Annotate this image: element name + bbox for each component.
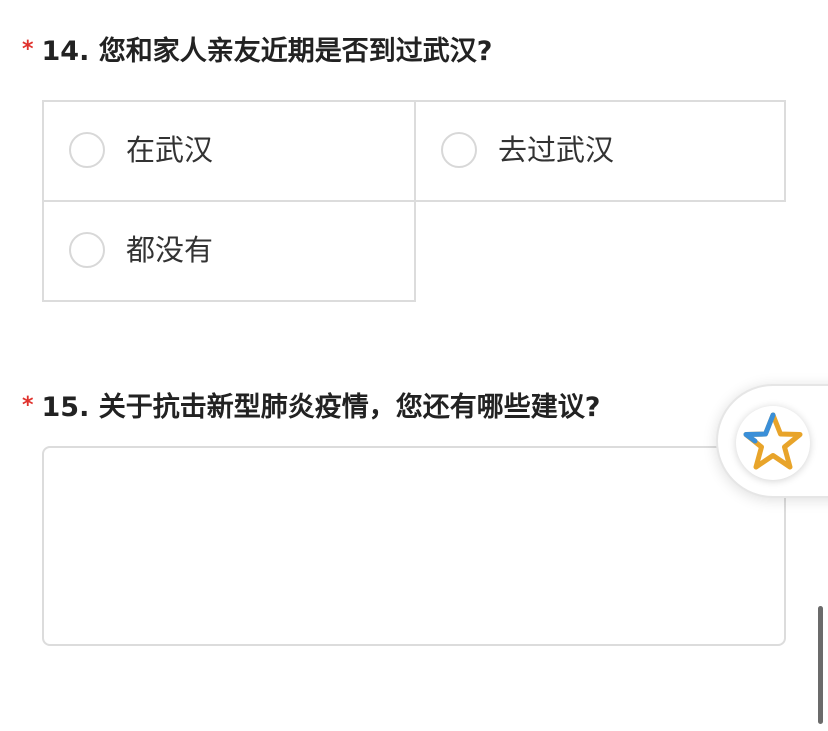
option-label: 都没有 <box>126 233 214 267</box>
question-14-title: * 14. 您和家人亲友近期是否到过武汉? <box>22 34 492 72</box>
option-in-wuhan[interactable]: 在武汉 <box>42 100 416 202</box>
star-badge[interactable] <box>736 406 810 480</box>
question-15-text: 15. 关于抗击新型肺炎疫情，您还有哪些建议? <box>41 392 601 423</box>
option-been-to-wuhan[interactable]: 去过武汉 <box>414 100 786 202</box>
scrollbar-thumb[interactable] <box>818 606 823 724</box>
option-label: 在武汉 <box>126 133 214 167</box>
survey-page: * 14. 您和家人亲友近期是否到过武汉? 在武汉 去过武汉 都没有 * 15. 关… <box>0 0 828 731</box>
radio-button[interactable] <box>441 132 477 168</box>
option-neither[interactable]: 都没有 <box>42 200 416 302</box>
required-asterisk: * <box>22 393 34 418</box>
floating-favorite-widget[interactable] <box>716 384 828 498</box>
suggestion-textarea[interactable] <box>42 446 786 646</box>
radio-button[interactable] <box>69 132 105 168</box>
question-14-text: 14. 您和家人亲友近期是否到过武汉? <box>41 36 493 67</box>
option-label: 去过武汉 <box>498 133 615 167</box>
radio-button[interactable] <box>69 232 105 268</box>
required-asterisk: * <box>22 37 34 62</box>
star-icon <box>743 412 803 470</box>
question-15-title: * 15. 关于抗击新型肺炎疫情，您还有哪些建议? <box>22 390 600 428</box>
